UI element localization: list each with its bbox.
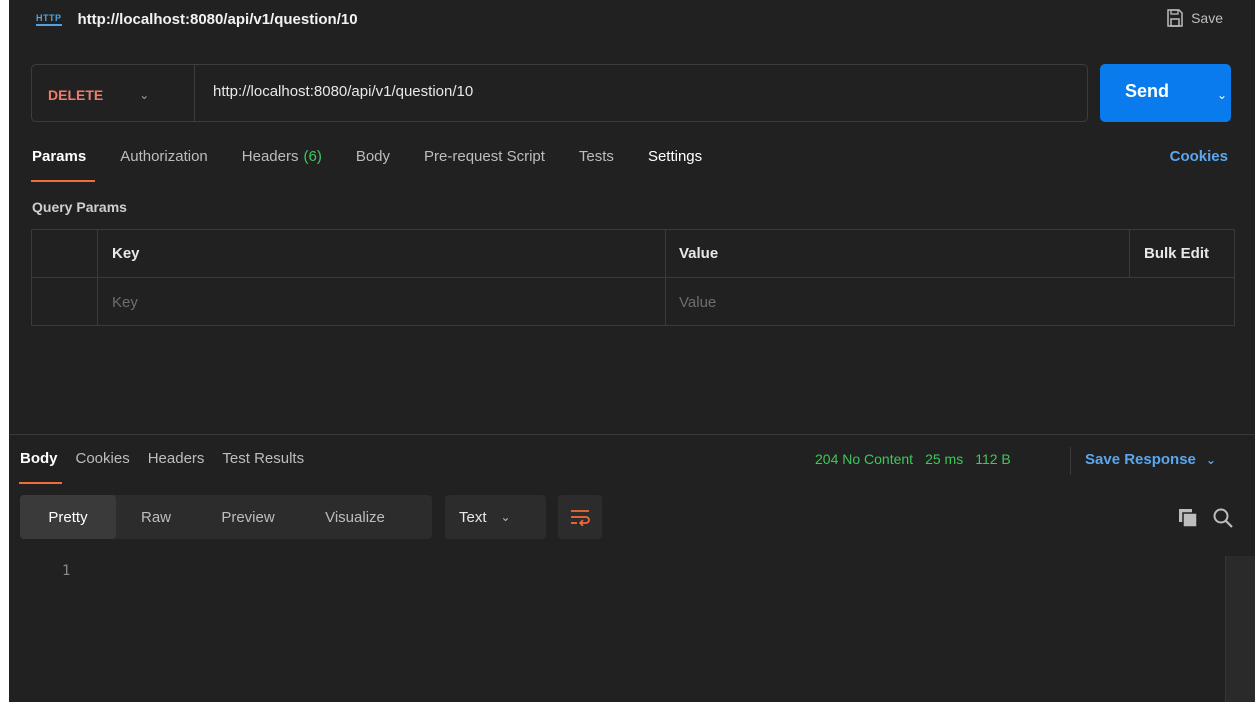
table-row: Key Value bbox=[32, 278, 1234, 326]
column-divider bbox=[1129, 230, 1130, 278]
save-button[interactable]: Save bbox=[1165, 8, 1223, 28]
tab-prerequest-script[interactable]: Pre-request Script bbox=[424, 148, 545, 165]
tab-authorization[interactable]: Authorization bbox=[120, 148, 208, 165]
column-divider bbox=[665, 230, 666, 325]
response-meta: 204 No Content 25 ms 112 B bbox=[815, 451, 1023, 467]
tab-params[interactable]: Params bbox=[32, 148, 86, 165]
tab-settings[interactable]: Settings bbox=[648, 148, 702, 165]
pane-divider[interactable] bbox=[9, 434, 1255, 435]
method-label: DELETE bbox=[48, 87, 104, 103]
tab-response-body[interactable]: Body bbox=[20, 450, 58, 467]
save-response-label: Save Response bbox=[1085, 451, 1196, 468]
save-response-button[interactable]: Save Response ⌄ bbox=[1085, 451, 1216, 468]
send-label: Send bbox=[1125, 80, 1170, 101]
bulk-edit-button[interactable]: Bulk Edit bbox=[1144, 230, 1209, 277]
wrap-lines-icon bbox=[571, 510, 590, 526]
wrap-lines-button[interactable] bbox=[558, 495, 602, 539]
param-value-input[interactable]: Value bbox=[679, 278, 716, 326]
query-params-table: Key Value Bulk Edit Key Value bbox=[31, 229, 1235, 326]
request-title-bar: HTTP http://localhost:8080/api/v1/questi… bbox=[36, 8, 358, 30]
format-select[interactable]: Text ⌄ bbox=[445, 495, 546, 539]
scrollbar[interactable] bbox=[1225, 556, 1255, 702]
url-bar: DELETE ⌄ bbox=[31, 64, 1088, 122]
response-time[interactable]: 25 ms bbox=[925, 451, 963, 467]
tab-headers-label: Headers bbox=[241, 148, 299, 165]
chevron-down-icon: ⌄ bbox=[139, 88, 150, 102]
chevron-down-icon: ⌄ bbox=[500, 510, 511, 524]
column-header-value: Value bbox=[679, 245, 719, 262]
view-raw[interactable]: Raw bbox=[116, 495, 196, 539]
send-button[interactable]: Send ⌄ bbox=[1100, 64, 1231, 122]
column-header-key: Key bbox=[112, 245, 140, 262]
tab-body[interactable]: Body bbox=[356, 148, 390, 165]
search-icon[interactable] bbox=[1212, 507, 1234, 529]
tab-headers[interactable]: Headers (6) bbox=[242, 148, 322, 165]
request-tabs: Params Authorization Headers (6) Body Pre… bbox=[32, 148, 736, 165]
window-edge bbox=[0, 0, 9, 702]
column-divider bbox=[97, 230, 98, 325]
format-label: Text bbox=[459, 508, 487, 526]
method-select[interactable]: DELETE ⌄ bbox=[32, 65, 195, 121]
response-tabs: Body Cookies Headers Test Results bbox=[20, 450, 328, 467]
line-number: 1 bbox=[62, 563, 71, 579]
copy-icon[interactable] bbox=[1178, 508, 1198, 528]
chevron-down-icon[interactable]: ⌄ bbox=[1217, 88, 1227, 102]
chevron-down-icon: ⌄ bbox=[1205, 452, 1216, 467]
table-header-row: Key Value Bulk Edit bbox=[32, 230, 1234, 278]
tab-test-results[interactable]: Test Results bbox=[222, 450, 304, 467]
view-mode-switch: Pretty Raw Preview Visualize bbox=[20, 495, 432, 539]
request-title[interactable]: http://localhost:8080/api/v1/question/10 bbox=[78, 11, 358, 28]
tab-response-headers[interactable]: Headers bbox=[148, 450, 205, 467]
separator bbox=[1070, 447, 1071, 475]
url-input[interactable] bbox=[195, 81, 1075, 101]
http-icon: HTTP bbox=[36, 13, 62, 26]
active-tab-indicator bbox=[31, 180, 95, 182]
query-params-label: Query Params bbox=[32, 199, 127, 215]
view-visualize[interactable]: Visualize bbox=[300, 495, 410, 539]
status-badge[interactable]: 204 No Content bbox=[815, 451, 913, 467]
floppy-icon bbox=[1167, 9, 1183, 27]
headers-count: (6) bbox=[303, 148, 322, 165]
view-preview[interactable]: Preview bbox=[196, 495, 300, 539]
param-key-input[interactable]: Key bbox=[112, 278, 138, 326]
active-tab-indicator bbox=[19, 482, 62, 484]
cookies-link[interactable]: Cookies bbox=[1170, 148, 1228, 165]
response-size[interactable]: 112 B bbox=[975, 451, 1011, 467]
save-label: Save bbox=[1191, 10, 1223, 26]
tab-tests[interactable]: Tests bbox=[579, 148, 614, 165]
view-pretty[interactable]: Pretty bbox=[20, 495, 116, 539]
tab-response-cookies[interactable]: Cookies bbox=[76, 450, 130, 467]
